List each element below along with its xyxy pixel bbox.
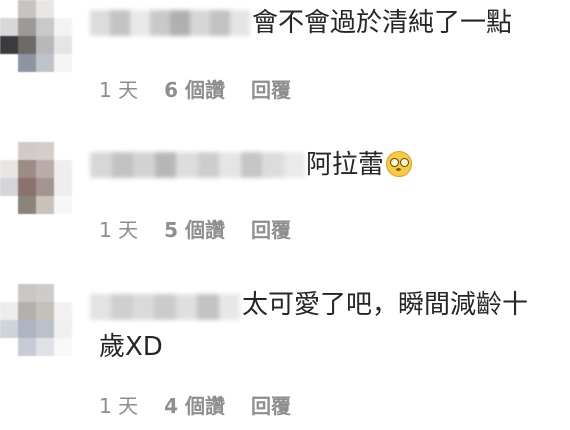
avatar-pixel: [54, 320, 72, 338]
avatar-pixel: [0, 36, 18, 54]
username-blur-block: [197, 294, 219, 320]
username-blur-block: [130, 10, 150, 36]
avatar-pixel: [36, 0, 54, 18]
username-blur-block: [154, 152, 176, 178]
comment-text-content: 阿拉蕾: [306, 150, 385, 180]
avatar-pixel: [18, 284, 36, 302]
username-blur-block: [197, 152, 219, 178]
username-blur-block: [90, 10, 110, 36]
username-blurred[interactable]: [90, 294, 240, 320]
comment-meta: 1 天 4 個讚 回覆: [99, 390, 291, 419]
avatar-pixel: [0, 54, 18, 72]
username-blur-block: [132, 294, 155, 320]
avatar-pixel: [18, 142, 36, 160]
username-blur-block: [230, 10, 250, 36]
avatar-pixel: [36, 178, 54, 196]
username-blur-block: [176, 152, 198, 178]
avatar[interactable]: [0, 284, 72, 356]
avatar-pixel: [54, 18, 72, 36]
comment-time[interactable]: 1 天: [99, 74, 138, 103]
avatar-pixel: [54, 338, 72, 356]
avatar-pixel: [0, 338, 18, 356]
username-blur-block: [170, 10, 190, 36]
username-blurred[interactable]: [90, 152, 305, 178]
username-blur-block: [90, 294, 112, 320]
likes-count[interactable]: 4 個讚: [164, 390, 225, 419]
comment-text-line-2: 歲XD: [99, 332, 163, 362]
comment-text: 會不會過於清純了一點: [252, 8, 513, 38]
avatar-pixel: [36, 320, 54, 338]
avatar-pixel: [36, 18, 54, 36]
username-blur-block: [218, 294, 240, 320]
avatar-pixel: [0, 0, 18, 18]
comment-time[interactable]: 1 天: [99, 214, 138, 243]
username-blur-block: [133, 152, 155, 178]
avatar-pixel: [54, 54, 72, 72]
username-blur-block: [210, 10, 230, 36]
username-blur-block: [110, 10, 130, 36]
username-blur-block: [150, 10, 170, 36]
avatar-pixel: [18, 178, 36, 196]
avatar-pixel: [0, 18, 18, 36]
avatar-pixel: [18, 196, 36, 214]
avatar-pixel: [18, 302, 36, 320]
avatar-pixel: [36, 160, 54, 178]
avatar-pixel: [54, 178, 72, 196]
username-blurred[interactable]: [90, 10, 250, 36]
username-blur-block: [90, 152, 112, 178]
comment-text: 阿拉蕾: [306, 142, 413, 188]
avatar-pixel: [0, 178, 18, 196]
username-blur-block: [219, 152, 241, 178]
avatar-pixel: [18, 36, 36, 54]
avatar-pixel: [36, 54, 54, 72]
avatar-pixel: [54, 284, 72, 302]
likes-count[interactable]: 5 個讚: [164, 214, 225, 243]
avatar[interactable]: [0, 0, 72, 72]
username-blur-block: [283, 152, 305, 178]
username-blur-block: [154, 294, 176, 320]
comment-meta: 1 天 5 個讚 回覆: [99, 214, 291, 243]
username-blur-block: [190, 10, 210, 36]
avatar-pixel: [0, 160, 18, 178]
avatar-pixel: [54, 302, 72, 320]
reply-button[interactable]: 回覆: [251, 214, 291, 243]
avatar-pixel: [18, 18, 36, 36]
avatar-pixel: [36, 284, 54, 302]
avatar-pixel: [36, 302, 54, 320]
avatar-pixel: [18, 338, 36, 356]
avatar-pixel: [0, 196, 18, 214]
avatar-pixel: [36, 196, 54, 214]
likes-count[interactable]: 6 個讚: [164, 74, 225, 103]
username-blur-block: [111, 294, 133, 320]
avatar-pixel: [0, 320, 18, 338]
avatar-pixel: [54, 160, 72, 178]
avatar-pixel: [54, 196, 72, 214]
comment-text-line-1: 太可愛了吧，瞬間減齡十: [242, 290, 529, 320]
face-with-monocle-icon: [386, 150, 413, 177]
avatar-pixel: [54, 142, 72, 160]
avatar-pixel: [0, 302, 18, 320]
comment-time[interactable]: 1 天: [99, 390, 138, 419]
reply-button[interactable]: 回覆: [251, 74, 291, 103]
username-blur-block: [262, 152, 284, 178]
username-blur-block: [111, 152, 133, 178]
avatar-pixel: [0, 142, 18, 160]
avatar[interactable]: [0, 142, 72, 214]
reply-button[interactable]: 回覆: [251, 390, 291, 419]
avatar-pixel: [18, 160, 36, 178]
avatar-pixel: [54, 0, 72, 18]
comment-meta: 1 天 6 個讚 回覆: [99, 74, 291, 103]
avatar-pixel: [0, 284, 18, 302]
avatar-pixel: [18, 320, 36, 338]
avatar-pixel: [36, 142, 54, 160]
username-blur-block: [240, 152, 262, 178]
avatar-pixel: [18, 54, 36, 72]
username-blur-block: [175, 294, 198, 320]
avatar-pixel: [54, 36, 72, 54]
avatar-pixel: [36, 36, 54, 54]
avatar-pixel: [36, 338, 54, 356]
avatar-pixel: [18, 0, 36, 18]
